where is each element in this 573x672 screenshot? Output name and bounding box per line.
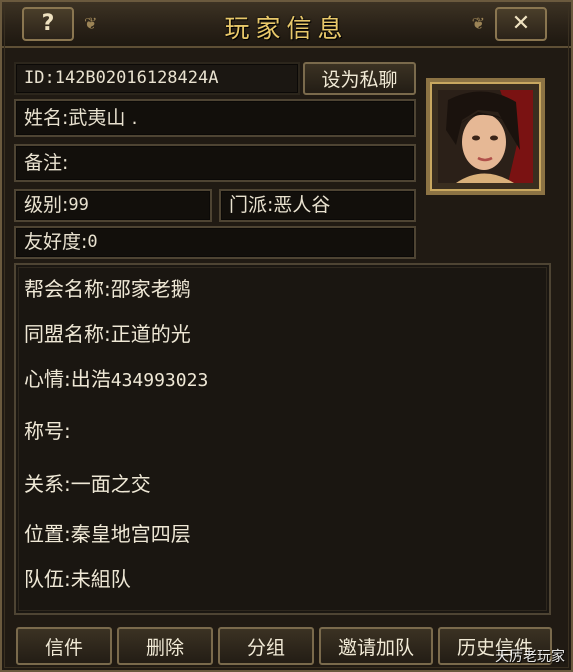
name-label: 姓名: (24, 106, 69, 129)
portrait-frame (426, 78, 545, 195)
character-portrait-icon (438, 90, 533, 183)
level-value: 99 (68, 195, 89, 215)
alliance-label: 同盟名称: (24, 322, 111, 346)
location-label: 位置: (24, 522, 71, 546)
location-row: 位置:秦皇地宫四层 (24, 518, 191, 547)
id-value: 142B02016128424A (54, 68, 219, 88)
window-title: 玩家信息 (224, 14, 349, 43)
guild-value: 邵家老鹅 (110, 277, 191, 301)
scroll-ornament-right-icon: ❦ (471, 14, 485, 33)
close-button[interactable]: ✕ (495, 7, 547, 41)
team-value: 未組队 (70, 567, 131, 591)
faction-label: 门派: (229, 194, 274, 216)
title-bar[interactable]: ? ❦ 玩家信息 ❦ ✕ (2, 2, 571, 48)
mood-number: 434993023 (110, 370, 209, 391)
info-panel: 帮会名称:邵家老鹅 同盟名称:正道的光 心情:出浩434993023 称号: 关… (14, 263, 551, 615)
alliance-row: 同盟名称:正道的光 (24, 318, 191, 347)
delete-button[interactable]: 删除 (117, 627, 213, 665)
team-label: 队伍: (24, 567, 71, 591)
relation-label: 关系: (24, 472, 71, 496)
mood-text: 出浩 (70, 367, 111, 391)
team-row: 队伍:未組队 (24, 563, 131, 592)
level-field: 级别: 99 (14, 189, 212, 222)
close-icon: ✕ (511, 11, 531, 36)
friendliness-label: 友好度: (24, 231, 88, 253)
mood-label: 心情: (24, 367, 71, 391)
relation-value: 一面之交 (70, 472, 151, 496)
player-id: ID: 142B02016128424A (14, 62, 300, 95)
note-label: 备注: (24, 151, 69, 174)
friendliness-value: 0 (87, 232, 98, 252)
id-label: ID: (24, 68, 55, 88)
group-button[interactable]: 分组 (218, 627, 314, 665)
guild-row: 帮会名称:邵家老鹅 (24, 273, 191, 302)
location-value: 秦皇地宫四层 (70, 522, 191, 546)
title-label: 称号: (24, 419, 71, 443)
mood-row: 心情:出浩434993023 (24, 363, 208, 392)
mail-button[interactable]: 信件 (16, 627, 112, 665)
player-info-window: ? ❦ 玩家信息 ❦ ✕ ID: 142B02016128424A 设为私聊 姓名… (0, 0, 573, 672)
guild-label: 帮会名称: (24, 277, 111, 301)
friendliness-field: 友好度: 0 (14, 226, 416, 259)
level-label: 级别: (24, 194, 69, 216)
set-private-chat-button[interactable]: 设为私聊 (303, 62, 416, 95)
note-field[interactable]: 备注: (14, 144, 416, 182)
alliance-value: 正道的光 (110, 322, 191, 346)
avatar (438, 90, 533, 183)
name-value: 武夷山 . (68, 106, 138, 129)
title-row: 称号: (24, 415, 71, 444)
faction-field: 门派: 恶人谷 (219, 189, 416, 222)
watermark: 天厉老玩家 (495, 649, 565, 665)
invite-to-team-button[interactable]: 邀请加队 (319, 627, 433, 665)
faction-value: 恶人谷 (273, 194, 331, 216)
name-field: 姓名: 武夷山 . (14, 99, 416, 137)
relation-row: 关系:一面之交 (24, 468, 151, 497)
